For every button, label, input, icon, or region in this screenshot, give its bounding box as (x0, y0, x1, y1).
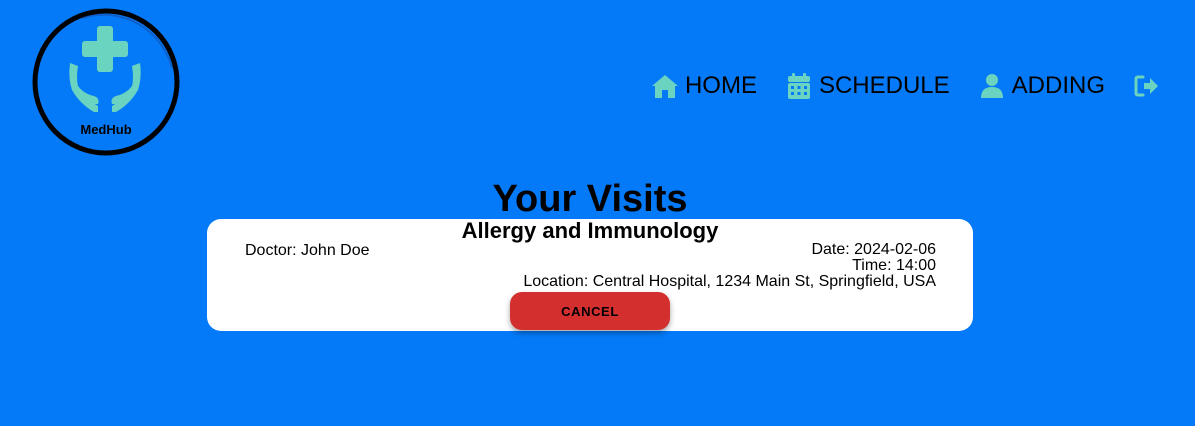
user-icon (978, 72, 1006, 100)
visit-card: Allergy and Immunology Doctor: John Doe … (207, 218, 973, 331)
nav-schedule-label: SCHEDULE (818, 72, 950, 99)
visit-location: Location: Central Hospital, 1234 Main St… (523, 273, 936, 290)
cancel-button[interactable]: CANCEL (510, 292, 670, 330)
logout-button[interactable] (1133, 72, 1161, 100)
visit-time: Time: 14:00 (852, 257, 936, 274)
visit-date: Date: 2024-02-06 (811, 241, 936, 258)
calendar-icon (785, 72, 813, 100)
main-nav: HOME SCHEDULE ADDING (651, 70, 1161, 102)
logout-icon (1133, 72, 1161, 100)
medhub-logo[interactable]: MedHub (32, 8, 182, 158)
medical-cross-hands-icon: MedHub (32, 8, 180, 156)
logo-text: MedHub (80, 122, 131, 137)
page-title: Your Visits (492, 178, 688, 220)
visit-details: Date: 2024-02-06 Time: 14:00 Location: C… (523, 242, 936, 290)
visit-doctor: Doctor: John Doe (245, 242, 370, 259)
nav-adding[interactable]: ADDING (978, 72, 1105, 100)
nav-adding-label: ADDING (1011, 72, 1105, 99)
nav-home[interactable]: HOME (651, 72, 757, 100)
nav-home-label: HOME (684, 72, 757, 99)
nav-schedule[interactable]: SCHEDULE (785, 72, 950, 100)
home-icon (651, 72, 679, 100)
